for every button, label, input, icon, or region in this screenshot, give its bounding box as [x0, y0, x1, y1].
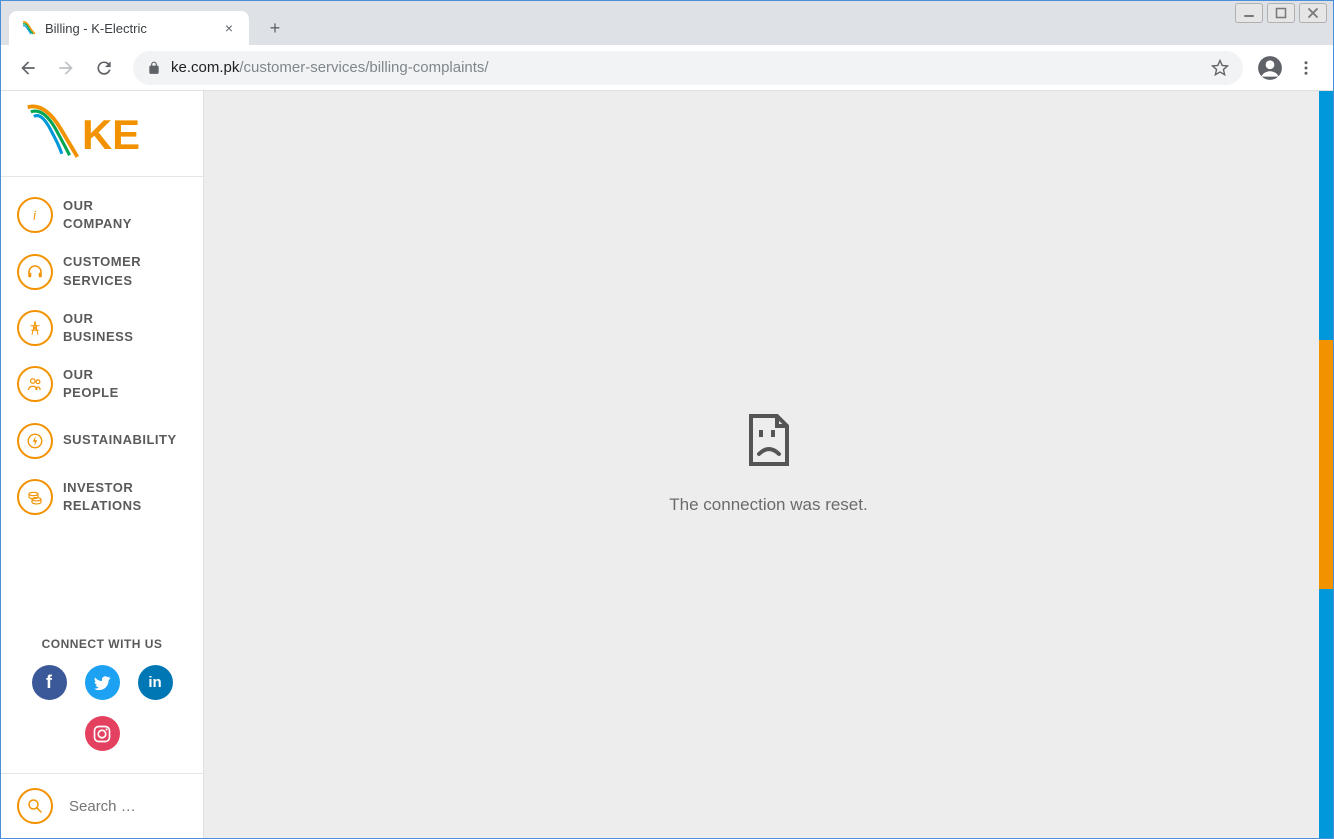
reload-button[interactable]	[87, 51, 121, 85]
nav-label: INVESTORRELATIONS	[63, 479, 142, 515]
nav-label: OURPEOPLE	[63, 366, 119, 402]
nav-label: OURCOMPANY	[63, 197, 132, 233]
bookmark-star-icon[interactable]	[1211, 59, 1229, 77]
nav-item-sustainability[interactable]: SUSTAINABILITY	[1, 413, 203, 469]
nav-label: CUSTOMERSERVICES	[63, 253, 141, 289]
rail-segment[interactable]	[1319, 589, 1333, 838]
people-icon	[17, 366, 53, 402]
window-maximize-button[interactable]	[1267, 3, 1295, 23]
rail-segment[interactable]	[1319, 340, 1333, 589]
lock-icon	[147, 61, 161, 75]
linkedin-icon[interactable]: in	[138, 665, 173, 700]
sidebar: KE i OURCOMPANY CUSTOMERSERVICES	[1, 91, 204, 838]
social-row: f in	[1, 661, 203, 704]
tab-favicon-icon	[21, 20, 37, 36]
svg-text:i: i	[33, 208, 37, 223]
address-bar[interactable]: ke.com.pk/customer-services/billing-comp…	[133, 51, 1243, 85]
window-close-button[interactable]	[1299, 3, 1327, 23]
tab-close-button[interactable]: ×	[221, 20, 237, 36]
window-minimize-button[interactable]	[1235, 3, 1263, 23]
url-path: /customer-services/billing-complaints/	[239, 59, 488, 76]
main-content: The connection was reset.	[204, 91, 1333, 838]
nav-item-our-company[interactable]: i OURCOMPANY	[1, 187, 203, 243]
nav-item-our-people[interactable]: OURPEOPLE	[1, 356, 203, 412]
search-icon	[17, 788, 53, 824]
nav-label: SUSTAINABILITY	[63, 431, 177, 449]
headphones-icon	[17, 254, 53, 290]
error-page-icon	[745, 414, 793, 471]
nav-item-our-business[interactable]: OURBUSINESS	[1, 300, 203, 356]
connect-with-us-heading: CONNECT WITH US	[1, 621, 203, 661]
coins-icon	[17, 479, 53, 515]
url-text: ke.com.pk/customer-services/billing-comp…	[171, 59, 1201, 76]
nav-item-customer-services[interactable]: CUSTOMERSERVICES	[1, 243, 203, 299]
sidebar-search[interactable]	[1, 773, 203, 838]
tab-title: Billing - K-Electric	[45, 21, 215, 36]
twitter-icon[interactable]	[85, 665, 120, 700]
browser-menu-button[interactable]	[1289, 51, 1323, 85]
browser-tab[interactable]: Billing - K-Electric ×	[9, 11, 249, 45]
tab-strip: Billing - K-Electric × +	[1, 1, 1333, 45]
info-icon: i	[17, 197, 53, 233]
rail-segment[interactable]	[1319, 91, 1333, 340]
side-color-rail	[1319, 91, 1333, 838]
forward-button[interactable]	[49, 51, 83, 85]
instagram-icon[interactable]	[85, 716, 120, 751]
transmission-tower-icon	[17, 310, 53, 346]
error-message: The connection was reset.	[669, 495, 867, 515]
facebook-icon[interactable]: f	[32, 665, 67, 700]
bolt-icon	[17, 423, 53, 459]
ke-logo[interactable]: KE	[1, 91, 203, 177]
back-button[interactable]	[11, 51, 45, 85]
url-domain: ke.com.pk	[171, 59, 239, 76]
nav-item-investor-relations[interactable]: INVESTORRELATIONS	[1, 469, 203, 525]
svg-text:KE: KE	[82, 111, 140, 158]
nav-label: OURBUSINESS	[63, 310, 133, 346]
browser-toolbar: ke.com.pk/customer-services/billing-comp…	[1, 45, 1333, 91]
new-tab-button[interactable]: +	[261, 14, 289, 42]
profile-button[interactable]	[1255, 53, 1285, 83]
nav-menu: i OURCOMPANY CUSTOMERSERVICES	[1, 177, 203, 621]
